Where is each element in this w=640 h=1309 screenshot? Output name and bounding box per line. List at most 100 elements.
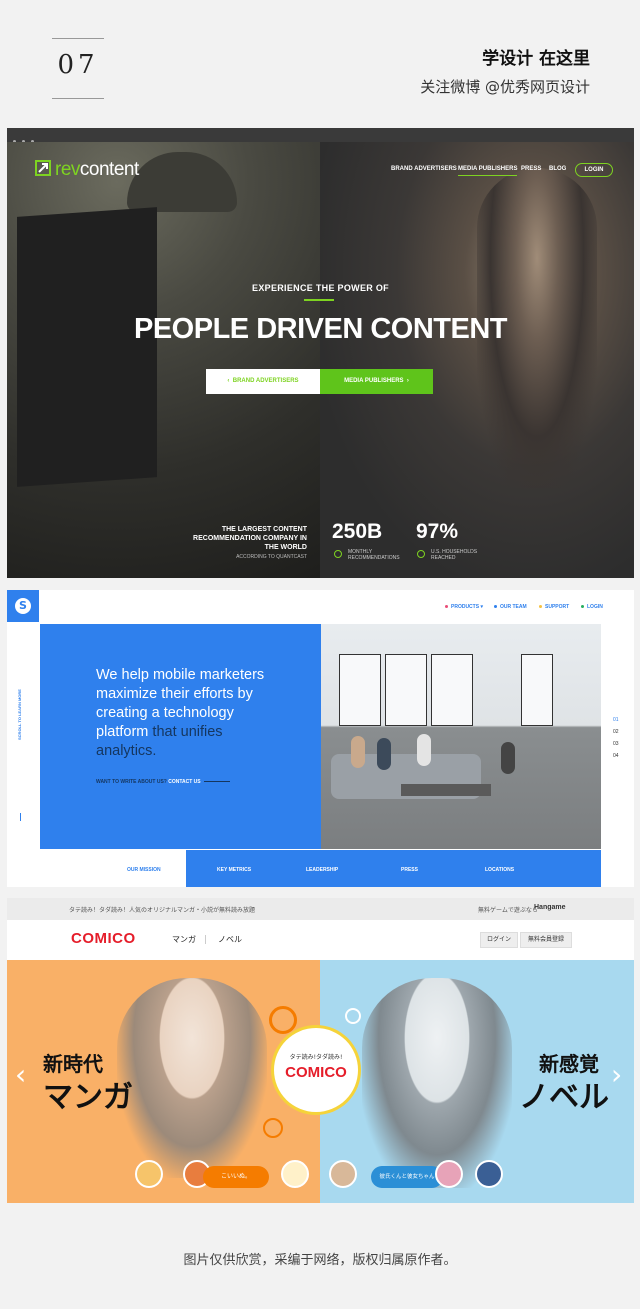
- press-question: WANT TO WRITE ABOUT US?: [96, 779, 167, 785]
- pager-item[interactable]: 02: [613, 729, 619, 735]
- hero-left-photo: [7, 142, 320, 578]
- revcontent-logo[interactable]: revcontent: [55, 159, 139, 181]
- brand-advertisers-button[interactable]: ‹ BRAND ADVERTISERS: [206, 369, 320, 394]
- press-contact: WANT TO WRITE ABOUT US? CONTACT US: [96, 779, 230, 785]
- login-button[interactable]: LOGIN: [575, 163, 613, 177]
- tab-locations[interactable]: LOCATIONS: [485, 867, 514, 873]
- nav-brand-advertisers[interactable]: BRAND ADVERTISERS: [391, 166, 457, 172]
- comico-screenshot: タテ読み！タダ読み！人気のオリジナルマンガ・小説が無料読み放題 無料ゲームで遊ぶ…: [7, 898, 634, 1203]
- hero-headline: PEOPLE DRIVEN CONTENT: [134, 313, 508, 345]
- nav-media-publishers[interactable]: MEDIA PUBLISHERS: [458, 166, 518, 176]
- monitor-shape: [17, 207, 157, 487]
- nav-our-team[interactable]: OUR TEAM: [494, 604, 527, 610]
- tab-leadership[interactable]: LEADERSHIP: [306, 867, 338, 873]
- table-shape: [401, 784, 491, 796]
- person-shape: [501, 742, 515, 774]
- window-shape: [431, 654, 473, 726]
- circle-decoration: [345, 1008, 361, 1024]
- badge-tagline: タテ読み!タダ読み!: [289, 1054, 343, 1061]
- person-shape: [377, 738, 391, 770]
- logo-letter: S: [15, 598, 31, 614]
- desk-lamp-shape: [127, 152, 237, 212]
- header-subtitle: 关注微博 @优秀网页设计: [420, 78, 590, 96]
- register-button[interactable]: 無料会員登録: [520, 932, 572, 948]
- pager-item[interactable]: 01: [613, 717, 619, 723]
- chevron-right-icon: ›: [403, 378, 409, 384]
- menu-divider: [205, 935, 206, 944]
- circle-decoration: [269, 1006, 297, 1034]
- nav-login[interactable]: LOGIN: [581, 604, 603, 610]
- menu-manga[interactable]: マンガ: [172, 934, 196, 945]
- nav-support-label: SUPPORT: [545, 604, 570, 610]
- nav-products-label: PRODUCTS: [451, 604, 480, 610]
- scroll-hint[interactable]: SCROLL TO LEARN MORE: [17, 689, 22, 740]
- top-bar-tagline: タテ読み！タダ読み！人気のオリジナルマンガ・小説が無料読み放題: [69, 907, 256, 914]
- menu-novel[interactable]: ノベル: [218, 934, 242, 945]
- hangame-logo[interactable]: Hangame: [534, 904, 566, 911]
- dot-icon: [445, 605, 448, 609]
- login-button[interactable]: ログイン: [480, 932, 518, 948]
- top-bar-game-link[interactable]: 無料ゲームで遊ぶなら: [478, 905, 538, 914]
- tagline: THE LARGEST CONTENT RECOMMENDATION COMPA…: [193, 526, 307, 551]
- header-rule-top: [52, 38, 104, 39]
- site-logo[interactable]: S: [7, 590, 39, 622]
- dot-icon: [581, 605, 584, 609]
- chevron-left-icon[interactable]: ‹: [15, 1058, 26, 1091]
- badge-logo: COMICO: [285, 1064, 347, 1081]
- pager-item[interactable]: 04: [613, 753, 619, 759]
- tab-key-metrics[interactable]: KEY METRICS: [217, 867, 251, 873]
- contact-us-link[interactable]: CONTACT US: [168, 779, 200, 785]
- header-rule-bottom: [52, 98, 104, 99]
- nav-login-label: LOGIN: [587, 604, 603, 610]
- tab-press[interactable]: PRESS: [401, 867, 418, 873]
- stat-label-households: U.S. HOUSEHOLDS REACHED: [431, 549, 478, 561]
- manga-title[interactable]: マンガ: [43, 1072, 133, 1116]
- avatar[interactable]: [281, 1160, 309, 1188]
- manga-character-illustration: [117, 978, 267, 1178]
- nav-our-team-label: OUR TEAM: [500, 604, 527, 610]
- header-title: 学设计 在这里: [482, 49, 590, 69]
- person-shape: [351, 736, 365, 768]
- recommendations-icon: [334, 550, 342, 558]
- logo-prefix: rev: [55, 159, 80, 180]
- office-photo: [321, 624, 601, 849]
- chevron-right-icon[interactable]: ›: [611, 1058, 622, 1091]
- avatar[interactable]: [435, 1160, 463, 1188]
- title-pill-left[interactable]: こいいぬ。: [203, 1166, 269, 1188]
- logo-suffix: content: [79, 159, 139, 180]
- stat-value-households: 97%: [416, 520, 459, 543]
- tab-our-mission[interactable]: OUR MISSION: [127, 867, 161, 873]
- nav-support[interactable]: SUPPORT: [539, 604, 569, 610]
- person-shape: [417, 734, 431, 766]
- novel-character-illustration: [362, 978, 512, 1188]
- chevron-down-icon: ▾: [480, 604, 483, 610]
- avatar[interactable]: [475, 1160, 503, 1188]
- stat-label-recommendations: MONTHLY RECOMMENDATIONS: [348, 549, 400, 561]
- title-pill-right[interactable]: 彼氏くんと彼女ちゃん: [371, 1166, 443, 1188]
- arrow-down-icon: [20, 813, 21, 821]
- dot-icon: [539, 605, 542, 609]
- center-badge[interactable]: タテ読み!タダ読み! COMICO: [274, 1028, 358, 1112]
- avatar[interactable]: [135, 1160, 163, 1188]
- browser-chrome: [7, 128, 634, 143]
- revcontent-screenshot: revcontent BRAND ADVERTISERS MEDIA PUBLI…: [7, 128, 634, 578]
- eyebrow-underline: [304, 299, 334, 301]
- top-bar: タテ読み！タダ読み！人気のオリジナルマンガ・小説が無料読み放題 無料ゲームで遊ぶ…: [7, 898, 634, 920]
- novel-title[interactable]: ノベル: [519, 1072, 609, 1116]
- nav-products[interactable]: PRODUCTS ▾: [445, 604, 483, 610]
- comico-logo[interactable]: COMICO: [71, 930, 136, 947]
- revcontent-logo-icon: [35, 160, 51, 176]
- window-shape: [521, 654, 553, 726]
- section-number: 07: [57, 50, 99, 80]
- hero-panel: We help mobile marketers maximize their …: [40, 624, 321, 849]
- footer-note: 图片仅供欣赏，采编于网络，版权归属原作者。: [183, 1253, 457, 1268]
- avatar[interactable]: [329, 1160, 357, 1188]
- media-publishers-button[interactable]: MEDIA PUBLISHERS ›: [320, 369, 433, 394]
- window-shape: [339, 654, 381, 726]
- hero-copy: We help mobile marketers maximize their …: [96, 666, 276, 761]
- nav-press[interactable]: PRESS: [521, 166, 541, 172]
- circle-decoration: [263, 1118, 283, 1138]
- nav-blog[interactable]: BLOG: [549, 166, 566, 172]
- brand-advertisers-label: BRAND ADVERTISERS: [232, 378, 299, 384]
- pager-item[interactable]: 03: [613, 741, 619, 747]
